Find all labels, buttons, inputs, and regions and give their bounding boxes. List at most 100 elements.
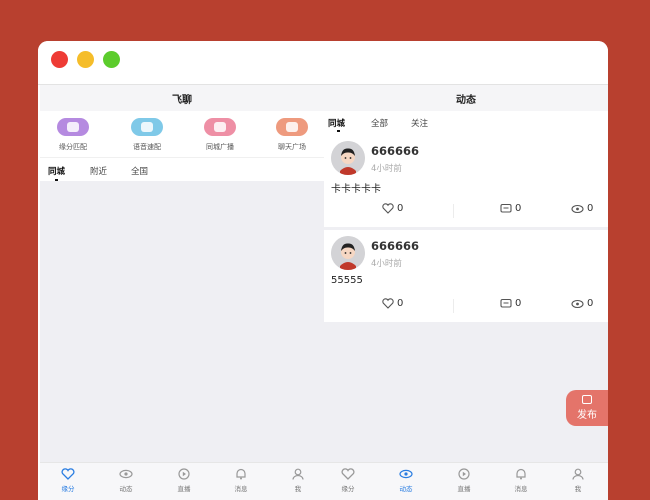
heart-icon <box>341 468 355 480</box>
user-icon <box>292 468 304 480</box>
post-content: 55555 <box>331 275 363 286</box>
avatar-icon <box>331 236 365 270</box>
heart-icon <box>204 118 236 136</box>
eye-icon <box>571 299 584 308</box>
feature-chat-square[interactable]: 聊天广场 <box>262 118 322 152</box>
play-icon <box>178 468 190 480</box>
comment-count: 0 <box>515 203 522 214</box>
post-content: 卡卡卡卡卡 <box>331 184 381 195</box>
tab-label: 直播 <box>457 485 471 493</box>
zoom-window-button[interactable] <box>103 51 120 68</box>
feature-broadcast[interactable]: 同城广播 <box>190 118 250 152</box>
chat-icon <box>276 118 308 136</box>
tab-label: 动态 <box>119 485 133 493</box>
tab-label: 我 <box>574 485 582 493</box>
like-count: 0 <box>397 298 404 309</box>
tab-nationwide[interactable]: 全国 <box>131 165 148 177</box>
active-tab-indicator <box>337 130 340 132</box>
tab-all[interactable]: 全部 <box>371 117 388 129</box>
close-window-button[interactable] <box>51 51 68 68</box>
page-title: 动态 <box>324 85 608 111</box>
bell-icon <box>516 468 526 480</box>
post-actions: 0 0 0 <box>324 298 608 316</box>
match-icon <box>57 118 89 136</box>
bottom-tab-bar: 缘分 动态 直播 消息 我 <box>40 462 324 500</box>
tab-messages[interactable]: 消息 <box>501 468 541 493</box>
tab-same-city[interactable]: 同城 <box>328 117 345 129</box>
moments-filter-tabs: 同城 全部 关注 <box>324 111 608 135</box>
heart-icon <box>382 298 394 309</box>
eye-icon <box>571 204 584 213</box>
publish-button[interactable]: 发布 <box>566 390 608 426</box>
heart-icon <box>382 203 394 214</box>
tab-label: 消息 <box>234 485 248 493</box>
comment-count: 0 <box>515 298 522 309</box>
page-title: 飞聊 <box>40 85 324 111</box>
avatar[interactable] <box>331 236 365 270</box>
like-count: 0 <box>397 203 404 214</box>
tab-label: 缘分 <box>61 485 75 493</box>
tab-fate[interactable]: 缘分 <box>48 468 88 493</box>
eye-icon <box>119 469 133 479</box>
view-count-indicator: 0 <box>571 203 593 214</box>
tab-live[interactable]: 直播 <box>444 468 484 493</box>
tab-label: 缘分 <box>341 485 355 493</box>
heart-icon <box>61 468 75 480</box>
post-card[interactable]: 666666 4小时前 55555 0 0 0 <box>324 230 608 322</box>
tab-label: 消息 <box>514 485 528 493</box>
tab-label: 直播 <box>177 485 191 493</box>
divider <box>453 299 454 313</box>
feature-label: 聊天广场 <box>278 143 306 151</box>
active-tab-indicator <box>55 179 58 181</box>
feature-label: 缘分匹配 <box>59 143 87 151</box>
tab-messages[interactable]: 消息 <box>221 468 261 493</box>
right-screen: 动态 同城 全部 关注 666666 4小时前 卡卡卡卡卡 0 0 0 6666… <box>324 85 608 500</box>
like-button[interactable]: 0 <box>382 298 403 309</box>
tab-same-city[interactable]: 同城 <box>48 165 65 177</box>
feature-label: 同城广播 <box>206 143 234 151</box>
feature-match[interactable]: 缘分匹配 <box>43 118 103 152</box>
tab-nearby[interactable]: 附近 <box>90 165 107 177</box>
view-count: 0 <box>587 298 594 309</box>
bottom-tab-bar: 缘分 动态 直播 消息 我 <box>324 462 608 500</box>
edit-icon <box>582 395 592 404</box>
divider <box>453 204 454 218</box>
left-location-tabs: 同城 附近 全国 <box>40 157 324 181</box>
comment-button[interactable]: 0 <box>500 203 521 214</box>
tab-label: 动态 <box>399 485 413 493</box>
tab-moments[interactable]: 动态 <box>386 468 426 493</box>
tab-me[interactable]: 我 <box>558 468 598 493</box>
tab-moments[interactable]: 动态 <box>106 468 146 493</box>
feature-voice[interactable]: 语音速配 <box>117 118 177 152</box>
post-time: 4小时前 <box>371 259 402 269</box>
window-titlebar <box>38 41 608 85</box>
username[interactable]: 666666 <box>371 144 419 158</box>
user-icon <box>572 468 584 480</box>
tab-following[interactable]: 关注 <box>411 117 428 129</box>
left-screen: 飞聊 缘分匹配 语音速配 同城广播 聊天广场 同城 附近 全国 缘分 动态 直播… <box>40 85 324 500</box>
post-actions: 0 0 0 <box>324 203 608 221</box>
comment-icon <box>500 298 512 308</box>
app-window: 飞聊 缘分匹配 语音速配 同城广播 聊天广场 同城 附近 全国 缘分 动态 直播… <box>38 41 608 500</box>
comment-button[interactable]: 0 <box>500 298 521 309</box>
tab-me[interactable]: 我 <box>278 468 318 493</box>
bell-icon <box>236 468 246 480</box>
eye-icon <box>399 469 413 479</box>
voice-icon <box>131 118 163 136</box>
post-card[interactable]: 666666 4小时前 卡卡卡卡卡 0 0 0 <box>324 135 608 227</box>
tab-fate[interactable]: 缘分 <box>328 468 368 493</box>
avatar[interactable] <box>331 141 365 175</box>
like-button[interactable]: 0 <box>382 203 403 214</box>
view-count-indicator: 0 <box>571 298 593 309</box>
view-count: 0 <box>587 203 594 214</box>
tab-label: 我 <box>294 485 302 493</box>
post-time: 4小时前 <box>371 164 402 174</box>
play-icon <box>458 468 470 480</box>
minimize-window-button[interactable] <box>77 51 94 68</box>
comment-icon <box>500 203 512 213</box>
feature-label: 语音速配 <box>133 143 161 151</box>
tab-live[interactable]: 直播 <box>164 468 204 493</box>
publish-label: 发布 <box>577 410 597 421</box>
username[interactable]: 666666 <box>371 239 419 253</box>
avatar-icon <box>331 141 365 175</box>
